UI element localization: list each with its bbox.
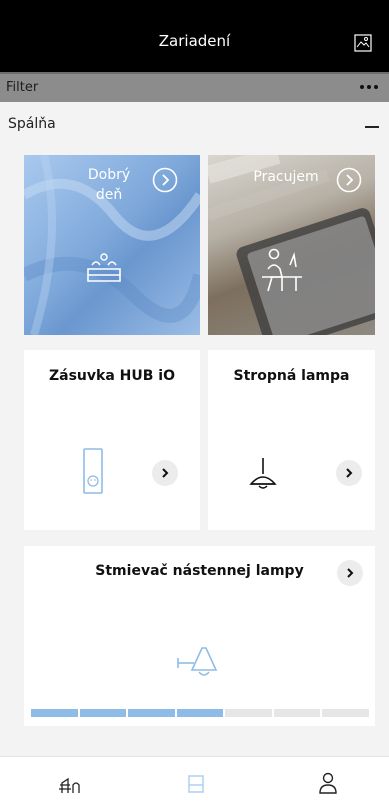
scene-title: Dobrý deň xyxy=(87,167,131,203)
device-title: Stropná lampa xyxy=(233,368,350,384)
more-dots-icon[interactable] xyxy=(359,84,379,90)
filter-label: Filter xyxy=(6,80,39,95)
dimmer-segment xyxy=(322,709,370,717)
dimmer-slider[interactable] xyxy=(31,709,370,717)
devices-icon[interactable] xyxy=(181,769,211,799)
chevron-right-icon xyxy=(346,468,353,478)
dimmer-segment xyxy=(31,709,78,717)
dimmer-segment xyxy=(225,709,272,717)
device-card-socket[interactable]: Zásuvka HUB iO xyxy=(24,350,200,530)
page-title: Zariadení xyxy=(158,32,231,50)
scene-icon[interactable] xyxy=(56,769,86,799)
socket-icon xyxy=(83,448,103,494)
filter-bar[interactable]: Filter xyxy=(0,72,389,102)
bottom-tab-bar xyxy=(0,756,389,812)
room-name: Spálňa xyxy=(8,116,56,132)
dimmer-segment xyxy=(79,709,127,717)
chevron-right-icon xyxy=(347,568,354,578)
open-device-button[interactable] xyxy=(337,560,363,586)
desk-worker-icon xyxy=(262,248,302,292)
scene-card-pracujem[interactable]: Pracujem xyxy=(208,155,375,335)
user-icon[interactable] xyxy=(313,769,343,799)
ceiling-lamp-icon xyxy=(249,458,277,489)
dimmer-segment xyxy=(273,709,321,717)
device-title: Stmievač nástennej lampy xyxy=(95,563,304,579)
chevron-right-circle-icon[interactable] xyxy=(336,167,362,193)
scene-title: Pracujem xyxy=(253,169,319,185)
device-title: Zásuvka HUB iO xyxy=(49,368,175,384)
picture-frame-icon[interactable] xyxy=(354,34,372,52)
device-card-ceiling-lamp[interactable]: Stropná lampa xyxy=(208,350,375,530)
open-device-button[interactable] xyxy=(152,460,178,486)
dimmer-segment xyxy=(176,709,224,717)
dimmer-segment xyxy=(128,709,175,717)
app-header: Zariadení xyxy=(0,0,389,72)
minus-icon[interactable] xyxy=(365,126,379,128)
room-header[interactable]: Spálňa xyxy=(0,102,389,148)
open-device-button[interactable] xyxy=(336,460,362,486)
chevron-right-icon xyxy=(162,468,169,478)
wall-lamp-icon xyxy=(177,647,218,676)
chevron-right-circle-icon[interactable] xyxy=(152,167,178,193)
device-card-dimmer[interactable]: Stmievač nástennej lampy xyxy=(24,546,375,726)
scene-card-dobry-den[interactable]: Dobrý deň xyxy=(24,155,200,335)
bed-icon xyxy=(87,253,121,282)
